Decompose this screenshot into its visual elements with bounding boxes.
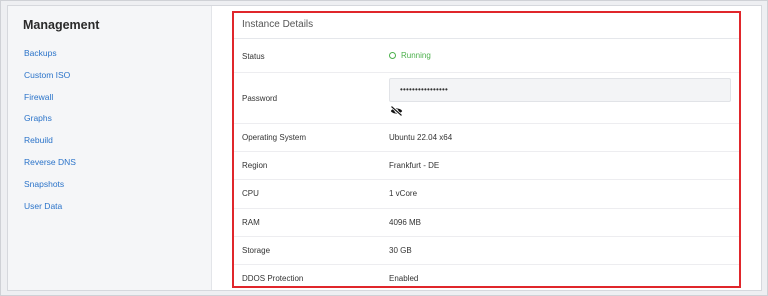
sidebar-item-user-data[interactable]: User Data: [24, 199, 76, 221]
sidebar-item-custom-iso[interactable]: Custom ISO: [24, 68, 76, 90]
instance-details-panel: Instance Details Status Running Password…: [211, 6, 761, 290]
sidebar-item-snapshots[interactable]: Snapshots: [24, 177, 76, 199]
sidebar-nav: Backups Custom ISO Firewall Graphs Rebui…: [24, 46, 76, 220]
sidebar: Management Backups Custom ISO Firewall G…: [8, 6, 208, 290]
page-container: Management Backups Custom ISO Firewall G…: [7, 5, 762, 291]
highlight-box: [232, 11, 741, 288]
sidebar-item-firewall[interactable]: Firewall: [24, 90, 76, 112]
sidebar-title: Management: [23, 18, 100, 32]
sidebar-item-reverse-dns[interactable]: Reverse DNS: [24, 155, 76, 177]
sidebar-item-graphs[interactable]: Graphs: [24, 111, 76, 133]
sidebar-item-rebuild[interactable]: Rebuild: [24, 133, 76, 155]
sidebar-item-backups[interactable]: Backups: [24, 46, 76, 68]
screenshot-frame: Management Backups Custom ISO Firewall G…: [0, 0, 768, 296]
